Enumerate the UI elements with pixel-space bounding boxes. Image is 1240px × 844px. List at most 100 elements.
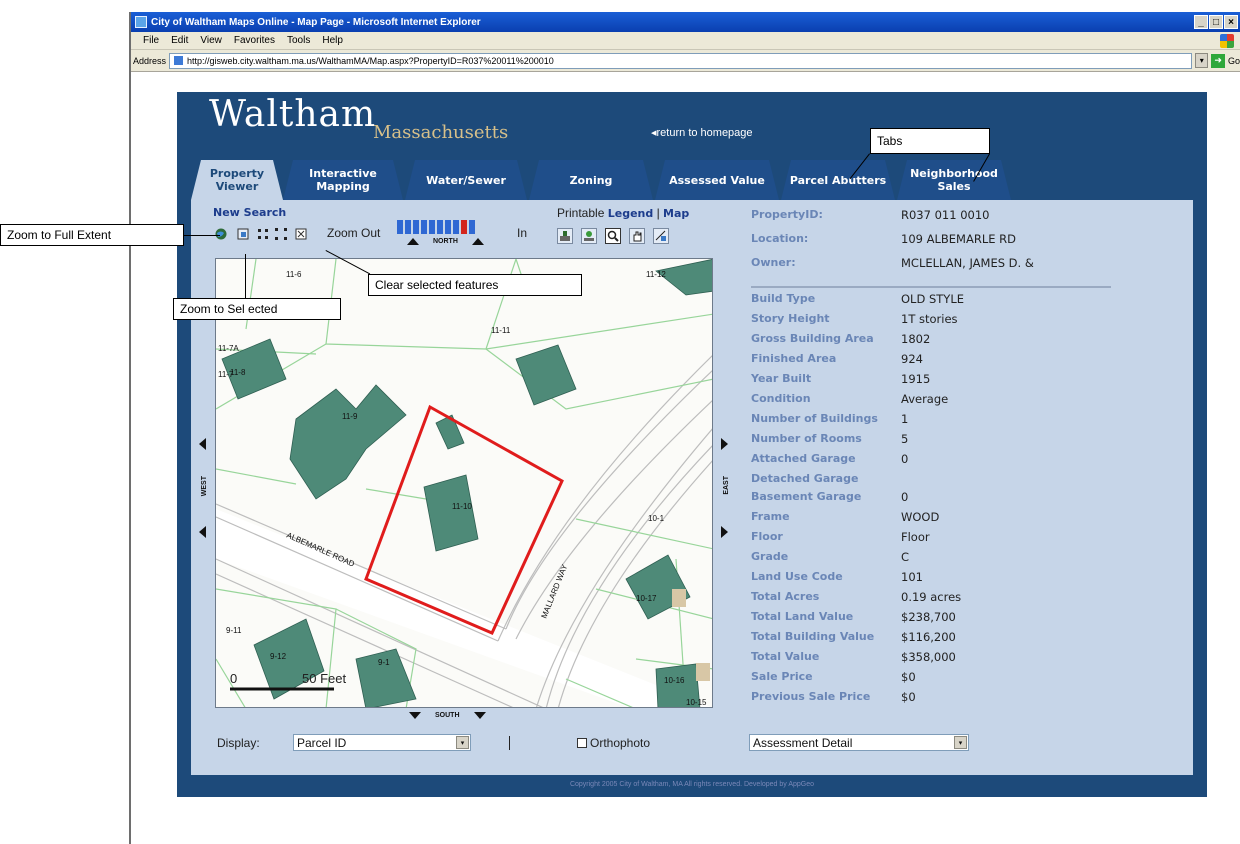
parcel-label: 11-9 [342, 412, 358, 421]
pan-west-arrow-icon[interactable] [199, 438, 206, 450]
info-row: Owner: MCLELLAN, JAMES D. & [751, 256, 1034, 270]
tab-zoning[interactable]: Zoning [529, 160, 653, 200]
menu-view[interactable]: View [200, 35, 222, 46]
measure-icon[interactable] [653, 228, 669, 244]
detail-row: Total Building Value $116,200 [751, 630, 956, 644]
tab-assessed-value[interactable]: Assessed Value [655, 160, 779, 200]
tab-parcel-abutters[interactable]: Parcel Abutters [781, 160, 895, 200]
printable-map-link[interactable]: Map [663, 207, 689, 220]
site-brand: Waltham [209, 94, 377, 135]
zoom-level-8[interactable] [453, 220, 459, 234]
tab-water-sewer[interactable]: Water/Sewer [405, 160, 527, 200]
zoom-out-label[interactable]: Zoom Out [327, 226, 380, 240]
clear-selection-icon[interactable] [295, 228, 307, 240]
parcel-label: 9-12 [270, 652, 287, 661]
tab-property-viewer[interactable]: Property Viewer [191, 160, 283, 200]
parcel-label: 11-11 [491, 326, 511, 335]
menu-edit[interactable]: Edit [171, 35, 188, 46]
printable-legend-link[interactable]: Legend [608, 207, 654, 220]
detail-row: Detached Garage [751, 472, 859, 485]
window-title: City of Waltham Maps Online - Map Page -… [151, 16, 481, 28]
map-tools [557, 228, 669, 244]
go-arrow-icon[interactable]: ➜ [1211, 53, 1225, 68]
windows-logo-icon [1220, 33, 1234, 48]
pan-north[interactable]: NORTH [407, 238, 484, 245]
menu-favorites[interactable]: Favorites [234, 35, 275, 46]
zoom-level-5[interactable] [429, 220, 435, 234]
zoom-level-6[interactable] [437, 220, 443, 234]
pan-south[interactable]: SOUTH [409, 712, 486, 719]
zoom-icon[interactable] [605, 228, 621, 244]
detail-row: Frame WOOD [751, 510, 940, 524]
full-extent-icon[interactable] [215, 228, 227, 240]
zoom-level-9[interactable] [461, 220, 467, 234]
pan-north-arrow-icon-2[interactable] [471, 238, 484, 245]
map-drawing[interactable]: 11-6 11-12 11-11 11-7A 11-7 11-8 11-9 11… [216, 259, 713, 708]
pan-east-arrow-icon-2[interactable] [721, 526, 728, 538]
menu-file[interactable]: File [143, 35, 159, 46]
site-brand-sub: Massachusetts [373, 122, 509, 143]
identify-icon[interactable] [557, 228, 573, 244]
detail-row: Land Use Code 101 [751, 570, 923, 584]
callout-full-extent: Zoom to Full Extent [0, 224, 184, 246]
close-button[interactable]: × [1224, 15, 1238, 29]
next-extent-icon[interactable] [275, 228, 287, 240]
orthophoto-checkbox[interactable] [577, 738, 587, 748]
pan-icon[interactable] [629, 228, 645, 244]
pan-east-arrow-icon[interactable] [721, 438, 728, 450]
zoom-level-3[interactable] [413, 220, 419, 234]
chevron-down-icon[interactable]: ▾ [456, 736, 469, 749]
zoom-scale-bar[interactable] [397, 220, 475, 234]
copyright-footer[interactable]: Copyright 2005 City of Waltham, MA All r… [177, 781, 1207, 788]
parcel-label: 9-1 [378, 658, 390, 667]
address-input[interactable]: http://gisweb.city.waltham.ma.us/Waltham… [169, 52, 1193, 69]
printable-separator: | [656, 206, 660, 220]
info-divider [751, 286, 1111, 288]
east-label: EAST [723, 476, 730, 495]
detail-row: Story Height 1T stories [751, 312, 958, 326]
zoom-level-4[interactable] [421, 220, 427, 234]
minimize-button[interactable]: _ [1194, 15, 1208, 29]
zoom-selected-icon[interactable] [237, 228, 249, 240]
maximize-button[interactable]: □ [1209, 15, 1223, 29]
menu-tools[interactable]: Tools [287, 35, 310, 46]
parcel-label: 11-10 [452, 502, 472, 511]
orthophoto-label[interactable]: Orthophoto [590, 736, 650, 750]
printable-links: Printable Legend | Map [557, 206, 689, 220]
pan-south-arrow-icon[interactable] [409, 712, 421, 719]
tab-interactive-mapping[interactable]: Interactive Mapping [283, 160, 403, 200]
detail-row: Number of Rooms 5 [751, 432, 909, 446]
callout-tabs: Tabs [870, 128, 990, 154]
orthophoto-toggle[interactable]: Orthophoto [577, 736, 650, 750]
tab-neighborhood-sales[interactable]: Neighborhood Sales [897, 160, 1011, 200]
detail-select[interactable]: Assessment Detail ▾ [749, 734, 969, 751]
return-home-link[interactable]: ◂return to homepage [651, 126, 753, 139]
parcel-label: 10-15 [686, 698, 707, 707]
zoom-level-2[interactable] [405, 220, 411, 234]
detail-row: Basement Garage 0 [751, 490, 909, 504]
select-icon[interactable] [581, 228, 597, 244]
zoom-in-label[interactable]: In [517, 226, 527, 240]
zoom-level-10[interactable] [469, 220, 475, 234]
display-select-value: Parcel ID [297, 735, 347, 750]
zoom-level-7[interactable] [445, 220, 451, 234]
pan-west-arrow-icon-2[interactable] [199, 526, 206, 538]
scale-start-label: 0 [230, 671, 237, 686]
callout-leader [245, 254, 246, 298]
menu-help[interactable]: Help [322, 35, 343, 46]
pan-north-arrow-icon[interactable] [407, 238, 419, 245]
address-dropdown-button[interactable]: ▾ [1195, 53, 1209, 68]
detail-row: Year Built 1915 [751, 372, 931, 386]
zoom-level-1[interactable] [397, 220, 403, 234]
parcel-label: 10-16 [664, 676, 685, 685]
chevron-down-icon[interactable]: ▾ [954, 736, 967, 749]
address-bar: Address http://gisweb.city.waltham.ma.us… [131, 50, 1240, 72]
parcel-label: 11-6 [286, 270, 302, 279]
parcel-label: 9-11 [226, 626, 242, 635]
previous-extent-icon[interactable] [257, 228, 269, 240]
display-select[interactable]: Parcel ID ▾ [293, 734, 471, 751]
go-button[interactable]: Go [1228, 56, 1240, 66]
new-search-link[interactable]: New Search [213, 206, 286, 219]
map-canvas[interactable]: 11-6 11-12 11-11 11-7A 11-7 11-8 11-9 11… [215, 258, 713, 708]
pan-south-arrow-icon-2[interactable] [473, 712, 486, 719]
